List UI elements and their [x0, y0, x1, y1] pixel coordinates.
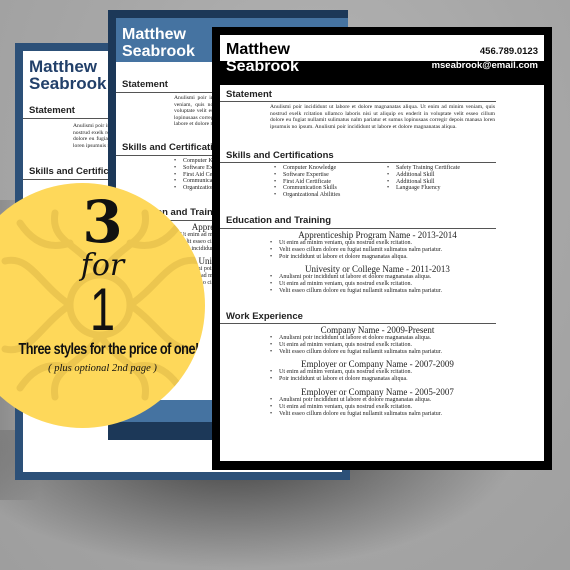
- entry-bullets: Ut enim ad minim veniam, quis nostrud ex…: [270, 369, 485, 383]
- bullet-item: Ut enim ad minim veniam, quis nostrud ex…: [270, 404, 485, 411]
- entry: Employer or Company Name - 2005-2007Anul…: [270, 387, 485, 417]
- first-name: Matthew: [29, 57, 97, 76]
- entry: Employer or Company Name - 2007-2009Ut e…: [270, 359, 485, 383]
- badge-number-one: 1: [89, 276, 116, 343]
- list-item: Language Fluency: [387, 185, 460, 192]
- bullet-item: Ut enim ad minim veniam, quis nostrud ex…: [270, 369, 485, 376]
- entry: Apprenticeship Program Name - 2013-2014U…: [270, 230, 485, 260]
- bullet-item: Anulismi poir incididunt ut labore et do…: [270, 335, 485, 342]
- promo-badge: 3 for 1 Three styles for the price of on…: [0, 183, 205, 428]
- entry: Company Name - 2009-PresentAnulismi poir…: [270, 325, 485, 355]
- section-title-statement: Statement: [29, 105, 75, 116]
- resume-page: Statement Anulismi poir incididunt ut la…: [220, 85, 544, 461]
- list-item: Software Expertise: [274, 172, 340, 179]
- last-name: Seabrook: [29, 74, 107, 93]
- bullet-item: Anulismi poir incididunt ut labore et do…: [270, 397, 485, 404]
- phone-number: 456.789.0123: [479, 46, 538, 57]
- list-item: Additional Skill: [387, 179, 460, 186]
- entry-bullets: Anulismi poir incididunt ut labore et do…: [270, 274, 485, 294]
- bullet-item: Poir incididunt ut labore et dolore magn…: [270, 376, 485, 383]
- badge-subtagline: ( plus optional 2nd page ): [48, 363, 157, 374]
- resume-template-black: Matthew Seabrook 456.789.0123 mseabrook@…: [212, 27, 552, 470]
- entry-heading: Employer or Company Name - 2007-2009: [301, 359, 454, 370]
- resume-name: Matthew Seabrook: [29, 58, 106, 92]
- skills-list-right: Safety Training CertificateAdditional Sk…: [387, 165, 460, 192]
- entry: Univesity or College Name - 2011-2013Anu…: [270, 264, 485, 294]
- bullet-item: Ut enim ad minim veniam, quis nostrud ex…: [270, 240, 485, 247]
- bullet-item: Anulismi poir incididunt ut labore et do…: [270, 274, 485, 281]
- bullet-item: Poir incididunt ut labore et dolore magn…: [270, 254, 485, 261]
- section-divider: [220, 323, 496, 324]
- entry-heading: Company Name - 2009-Present: [320, 325, 435, 335]
- education-entries: Apprenticeship Program Name - 2013-2014U…: [270, 230, 485, 299]
- list-item: Computer Knowledge: [274, 165, 340, 172]
- entry-heading: Apprenticeship Program Name - 2013-2014: [298, 230, 457, 240]
- list-item: Safety Training Certificate: [387, 165, 460, 172]
- bullet-item: Velit esseo cillum dolore eu fugiat null…: [270, 247, 485, 254]
- bullet-item: Velit esseo cillum dolore eu fugiat null…: [270, 349, 485, 356]
- last-name: Seabrook: [122, 43, 195, 60]
- entry-bullets: Anulismi poir incididunt ut labore et do…: [270, 397, 485, 417]
- section-title-skills: Skills and Certifications: [226, 150, 334, 161]
- section-divider: [220, 162, 496, 163]
- first-name: Matthew: [122, 26, 186, 43]
- bullet-item: Ut enim ad minim veniam, quis nostrud ex…: [270, 342, 485, 349]
- first-name: Matthew: [226, 41, 290, 58]
- entry-heading: Employer or Company Name - 2005-2007: [301, 386, 454, 397]
- work-entries: Company Name - 2009-PresentAnulismi poir…: [270, 325, 485, 421]
- list-item: First Aid Certificate: [274, 179, 340, 186]
- section-title-work: Work Experience: [226, 311, 303, 322]
- statement-text: Anulismi poir incididunt ut labore et do…: [270, 104, 495, 130]
- list-item: Organizational Abilities: [274, 192, 340, 199]
- entry-heading: Univesity or College Name - 2011-2013: [305, 264, 450, 275]
- skills-list-left: Computer KnowledgeSoftware ExpertiseFirs…: [274, 165, 340, 199]
- badge-number-three: 3: [82, 188, 123, 256]
- list-item: Additional Skill: [387, 172, 460, 179]
- list-item: Communication Skills: [274, 185, 340, 192]
- last-name: Seabrook: [226, 58, 299, 75]
- bullet-item: Velit esseo cillum dolore eu fugiat null…: [270, 411, 485, 418]
- section-title-education: Education and Training: [226, 215, 332, 226]
- resume-name: Matthew Seabrook: [122, 26, 195, 60]
- entry-bullets: Ut enim ad minim veniam, quis nostrud ex…: [270, 240, 485, 260]
- section-title-statement: Statement: [226, 89, 272, 100]
- section-divider: [220, 228, 496, 229]
- bullet-item: Ut enim ad minim veniam, quis nostrud ex…: [270, 281, 485, 288]
- email-address: mseabrook@email.com: [431, 60, 538, 71]
- bullet-item: Velit esseo cillum dolore eu fugiat null…: [270, 288, 485, 295]
- entry-bullets: Anulismi poir incididunt ut labore et do…: [270, 335, 485, 355]
- section-divider: [220, 101, 496, 102]
- badge-tagline: Three styles for the price of one!: [18, 341, 199, 358]
- section-title-statement: Statement: [122, 79, 168, 90]
